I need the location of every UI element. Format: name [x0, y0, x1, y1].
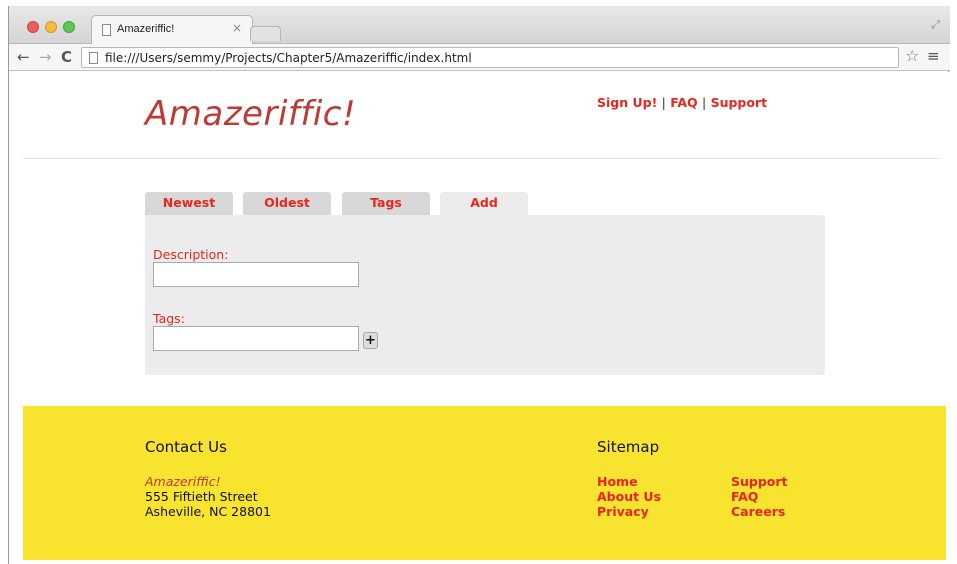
top-nav: Sign Up! | FAQ | Support — [597, 95, 767, 110]
add-button[interactable]: + — [363, 332, 378, 349]
sitemap-privacy-link[interactable]: Privacy — [597, 504, 661, 519]
company-name: Amazeriffic! — [145, 474, 221, 489]
nav-signup-link[interactable]: Sign Up! — [597, 95, 657, 110]
tags-input[interactable] — [153, 326, 359, 351]
nav-faq-link[interactable]: FAQ — [670, 95, 697, 110]
document-icon — [102, 24, 111, 36]
sitemap-faq-link[interactable]: FAQ — [731, 489, 788, 504]
tab-tags[interactable]: Tags — [342, 192, 430, 215]
tab-oldest[interactable]: Oldest — [243, 192, 331, 215]
sitemap-heading: Sitemap — [597, 438, 660, 456]
page-icon — [89, 52, 98, 64]
tab-newest[interactable]: Newest — [145, 192, 233, 215]
maximize-window-button[interactable] — [63, 21, 75, 33]
address-line-1: 555 Fiftieth Street — [145, 489, 258, 504]
minimize-window-button[interactable] — [45, 21, 57, 33]
description-label: Description: — [153, 247, 229, 262]
address-bar[interactable]: file:///Users/semmy/Projects/Chapter5/Am… — [81, 47, 899, 68]
nav-separator: | — [702, 95, 707, 110]
description-input[interactable] — [153, 262, 359, 287]
tab-add[interactable]: Add — [440, 192, 528, 217]
sitemap-column-1: Home About Us Privacy — [597, 474, 661, 519]
address-line-2: Asheville, NC 28801 — [145, 504, 271, 519]
back-arrow-icon[interactable]: ← — [17, 48, 30, 66]
new-tab-button[interactable] — [250, 26, 281, 41]
sitemap-about-link[interactable]: About Us — [597, 489, 661, 504]
add-panel: Description: Tags: + — [145, 215, 825, 375]
tab-strip: Amazeriffic! × ⤢ — [9, 6, 950, 44]
header-divider — [23, 158, 940, 159]
tags-label: Tags: — [153, 311, 185, 326]
contact-address: Amazeriffic! 555 Fiftieth Street Ashevil… — [145, 474, 271, 519]
sitemap-careers-link[interactable]: Careers — [731, 504, 788, 519]
fullscreen-icon[interactable]: ⤢ — [931, 18, 940, 32]
site-logo: Amazeriffic! — [145, 94, 357, 134]
close-window-button[interactable] — [27, 21, 39, 33]
nav-separator: | — [661, 95, 666, 110]
browser-toolbar: ← → C file:///Users/semmy/Projects/Chapt… — [9, 44, 950, 71]
reload-icon[interactable]: C — [61, 48, 72, 66]
url-text[interactable]: file:///Users/semmy/Projects/Chapter5/Am… — [105, 51, 472, 65]
forward-arrow-icon[interactable]: → — [39, 48, 52, 66]
bookmark-star-icon[interactable]: ☆ — [905, 48, 919, 64]
sitemap-home-link[interactable]: Home — [597, 474, 661, 489]
nav-support-link[interactable]: Support — [711, 95, 768, 110]
sitemap-column-2: Support FAQ Careers — [731, 474, 788, 519]
footer: Contact Us Amazeriffic! 555 Fiftieth Str… — [23, 406, 946, 560]
browser-tab[interactable]: Amazeriffic! × — [91, 15, 253, 44]
contact-heading: Contact Us — [145, 438, 227, 456]
close-tab-icon[interactable]: × — [232, 21, 242, 35]
menu-icon[interactable]: ≡ — [927, 48, 940, 64]
browser-window: Amazeriffic! × ⤢ ← → C file:///Users/sem… — [8, 6, 950, 564]
page-content: Amazeriffic! Sign Up! | FAQ | Support Ne… — [9, 72, 950, 564]
tab-title: Amazeriffic! — [117, 23, 175, 35]
sitemap-support-link[interactable]: Support — [731, 474, 788, 489]
